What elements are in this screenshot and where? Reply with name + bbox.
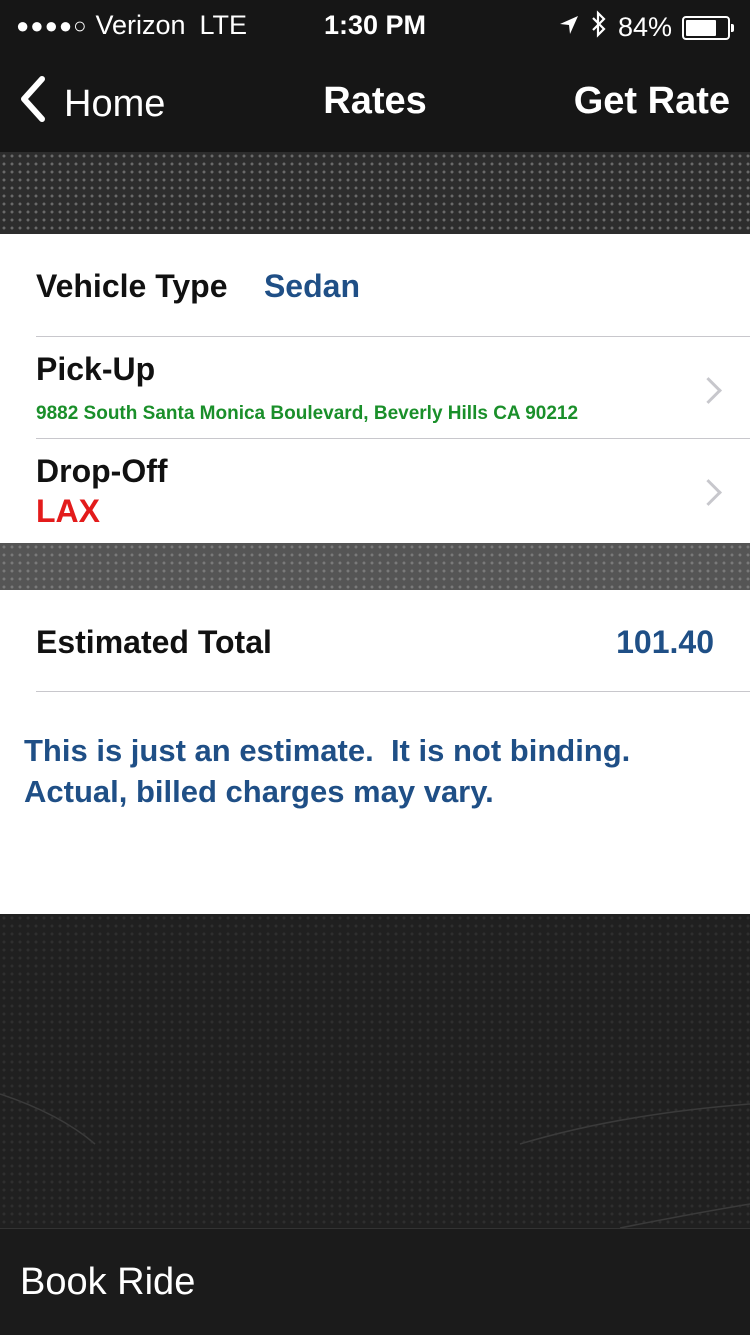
estimate-disclaimer: This is just an estimate. It is not bind… — [24, 730, 630, 812]
pickup-label: Pick-Up — [36, 351, 156, 387]
book-ride-button[interactable]: Book Ride — [20, 1261, 195, 1304]
trip-details-panel: Vehicle Type Sedan Pick-Up 9882 South Sa… — [0, 234, 750, 543]
estimate-panel: Estimated Total 101.40 This is just an e… — [0, 590, 750, 914]
get-rate-button[interactable]: Get Rate — [574, 80, 730, 123]
dropoff-label: Drop-Off — [36, 453, 168, 489]
disclaimer-line: Actual, billed charges may vary. — [24, 774, 494, 809]
map-background-strip — [0, 152, 750, 234]
pickup-address: 9882 South Santa Monica Boulevard, Bever… — [36, 403, 579, 424]
status-right-group: 84% — [558, 10, 734, 45]
battery-icon — [682, 15, 734, 40]
chevron-right-icon — [695, 479, 722, 506]
bottom-bar: Book Ride — [0, 1228, 750, 1335]
navigation-bar: Home Rates Get Rate — [0, 60, 750, 144]
estimated-total-label: Estimated Total — [36, 624, 272, 660]
map-background-area — [0, 914, 750, 1228]
top-bar: ●●●●○ Verizon LTE 1:30 PM 84% Home Rates… — [0, 0, 750, 152]
vehicle-type-value: Sedan — [263, 268, 360, 304]
chevron-right-icon — [695, 377, 722, 404]
dropoff-row[interactable]: Drop-Off LAX — [36, 439, 750, 543]
divider — [36, 691, 750, 692]
bluetooth-icon — [590, 10, 608, 45]
battery-nub — [731, 23, 734, 32]
estimated-total-value: 101.40 — [616, 624, 714, 660]
pickup-row[interactable]: Pick-Up 9882 South Santa Monica Boulevar… — [36, 337, 750, 439]
vehicle-type-row[interactable]: Vehicle Type Sedan — [36, 268, 750, 308]
battery-fill — [686, 19, 716, 36]
battery-percent: 84% — [617, 12, 672, 42]
disclaimer-line: This is just an estimate. It is not bind… — [24, 733, 631, 768]
dropoff-value: LAX — [36, 493, 100, 529]
route-lines-decoration — [0, 1093, 750, 1228]
status-bar: ●●●●○ Verizon LTE 1:30 PM 84% — [0, 0, 750, 50]
location-arrow-icon — [558, 12, 580, 43]
estimated-total-row: Estimated Total 101.40 — [36, 624, 750, 664]
vehicle-type-label: Vehicle Type — [36, 268, 228, 304]
map-background-strip — [0, 543, 750, 590]
